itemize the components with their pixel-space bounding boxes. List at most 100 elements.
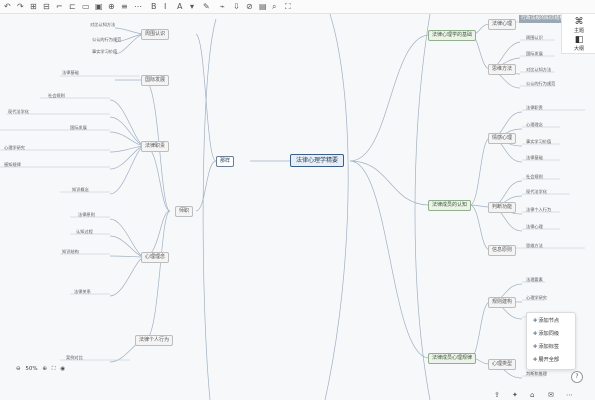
- leaf-right[interactable]: 对比认知方法: [526, 67, 551, 72]
- marker-icon[interactable]: ⊘: [246, 2, 253, 11]
- leaf-left[interactable]: 对比认知方法: [90, 22, 115, 27]
- outline-panel-button[interactable]: ◧ 大纲: [566, 35, 592, 52]
- leaf-left[interactable]: 国际发展: [70, 125, 87, 130]
- search-icon[interactable]: ⌕: [272, 2, 276, 11]
- menu-item-label: 添加标签: [538, 344, 560, 350]
- topic-left-sub-3[interactable]: 法律职责: [141, 141, 170, 152]
- theme-panel-button[interactable]: ⌘ 主题: [566, 17, 592, 34]
- topic-right-sub[interactable]: 思维方法: [488, 64, 517, 75]
- outline-icon: ◧: [574, 35, 584, 45]
- topic-left-sub-5[interactable]: 法律个人行为: [135, 335, 174, 346]
- share-icon[interactable]: ⇪: [494, 391, 500, 399]
- bookmark-icon[interactable]: ✦: [512, 391, 518, 399]
- zoom-out-icon[interactable]: ⊖: [16, 366, 21, 372]
- topic-right-sub[interactable]: 心理类型: [488, 359, 517, 370]
- attachment-icon[interactable]: ⇩: [233, 2, 240, 11]
- leaf-right[interactable]: 周围认识: [526, 35, 543, 40]
- leaf-right[interactable]: 判断和推理: [526, 371, 547, 376]
- leaf-right[interactable]: 法律个人行为: [526, 207, 551, 212]
- menu-item-2[interactable]: ✚添加同级: [533, 330, 559, 337]
- leaf-left[interactable]: 感知规律: [4, 162, 21, 167]
- leaf-right[interactable]: 法理要素: [526, 277, 543, 282]
- redo-icon[interactable]: ↷: [17, 2, 24, 11]
- leaf-left[interactable]: 案例对比: [66, 355, 83, 360]
- bold-icon[interactable]: B: [151, 2, 157, 11]
- topic-l1-right-1[interactable]: 法律心理学的基础: [428, 30, 477, 41]
- italic-icon[interactable]: I: [164, 2, 166, 11]
- text-color-icon[interactable]: A: [177, 2, 182, 11]
- fit-view-icon[interactable]: ⛶: [52, 366, 56, 372]
- boundary-icon[interactable]: ▭: [82, 2, 90, 11]
- side-panel: ⌘ 主题 ◧ 大纲: [561, 14, 595, 54]
- relation-icon[interactable]: ⌐: [56, 2, 63, 11]
- menu-item-1[interactable]: ✚添加节点: [533, 317, 559, 324]
- toolbar: ↶ ↷ ⊞ ⊟ ⌐ ⊏ ▭ ▣ ⊕ ≡ ⋯ B I A ▾ ✎ ⌁ ⇩ ⊘ ▤ ⌕ ⛶: [0, 0, 595, 14]
- leaf-right[interactable]: 事实学习价值: [526, 139, 551, 144]
- zoom-in-icon[interactable]: ⊕: [42, 366, 47, 372]
- insert-topic-icon[interactable]: ⊞: [30, 2, 37, 11]
- leaf-left[interactable]: 法律原则: [78, 212, 95, 217]
- topic-right-sub[interactable]: 法律心理: [488, 19, 517, 30]
- context-menu: ✚添加节点 ✚添加同级 ✚添加标签 ✚展开全部: [526, 312, 576, 370]
- leaf-left[interactable]: 法律关系: [74, 289, 91, 294]
- leaf-right[interactable]: 法律心理: [526, 224, 543, 229]
- comment-icon[interactable]: ✉: [548, 391, 554, 399]
- leaf-left[interactable]: 认知过程: [76, 229, 93, 234]
- leaf-right[interactable]: 社会规则: [526, 174, 543, 179]
- topic-l1-left-2[interactable]: 师职: [175, 206, 194, 217]
- outline-icon[interactable]: ▤: [259, 2, 267, 11]
- menu-item-label: 添加节点: [538, 318, 560, 324]
- theme-icon: ⌘: [574, 17, 584, 27]
- topic-left-sub-4[interactable]: 心理理念: [141, 252, 170, 263]
- topic-l1-right-3[interactable]: 法律成员心理规律: [428, 353, 477, 364]
- topic-l1-left-1[interactable]: 那样: [216, 156, 235, 167]
- menu-item-label: 展开全部: [538, 357, 560, 363]
- root-topic[interactable]: 法律心理学精要: [290, 154, 345, 167]
- leaf-right[interactable]: 公认的行为规范: [526, 81, 555, 86]
- format-painter-icon[interactable]: ⌁: [220, 2, 225, 11]
- help-button[interactable]: ?: [571, 371, 583, 383]
- font-size-icon[interactable]: ✎: [203, 2, 210, 11]
- image-icon[interactable]: ▣: [95, 2, 103, 11]
- preview-icon[interactable]: ◉: [60, 366, 65, 372]
- zoom-controls: ⊖ 50% ⊕ ⛶ ◉: [16, 366, 68, 373]
- menu-item-3[interactable]: ✚添加标签: [533, 343, 559, 350]
- leaf-right[interactable]: 心理理念: [526, 122, 543, 127]
- leaf-left[interactable]: 知识概念: [72, 187, 89, 192]
- tag-icon[interactable]: ⌂: [530, 391, 534, 399]
- highlight-icon[interactable]: ▾: [190, 2, 194, 11]
- menu-item-label: 添加同级: [538, 331, 560, 337]
- undo-icon[interactable]: ↶: [4, 2, 11, 11]
- leaf-left[interactable]: 事实学习价值: [92, 49, 117, 54]
- mindmap-canvas[interactable]: 法律心理学精要 那样 师职 法律心理学的基础 法律成员的认知 法律成员心理规律 …: [0, 14, 595, 400]
- style-icon[interactable]: ⋯: [134, 2, 142, 11]
- theme-label: 主题: [573, 28, 584, 34]
- menu-item-4[interactable]: ✚展开全部: [533, 356, 559, 363]
- insert-subtopic-icon[interactable]: ⊟: [43, 2, 50, 11]
- topic-l1-right-2[interactable]: 法律成员的认知: [428, 200, 472, 211]
- summary-icon[interactable]: ⊏: [69, 2, 76, 11]
- leaf-right[interactable]: 国际发展: [526, 51, 543, 56]
- topic-left-sub-1[interactable]: 周围认识: [141, 29, 170, 40]
- leaf-right[interactable]: 法律基础: [526, 155, 543, 160]
- leaf-left[interactable]: 现代法学化: [8, 109, 29, 114]
- leaf-right[interactable]: 现代法学化: [526, 189, 547, 194]
- leaf-left[interactable]: 知识结构: [62, 249, 79, 254]
- note-icon[interactable]: ≡: [121, 2, 128, 11]
- leaf-left[interactable]: 心理学研究: [4, 145, 25, 150]
- topic-right-sub[interactable]: 判断功能: [488, 202, 517, 213]
- leaf-right[interactable]: 法律职责: [526, 105, 543, 110]
- leaf-left[interactable]: 公认的行为规范: [92, 37, 121, 42]
- leaf-right[interactable]: 思维方法: [526, 243, 543, 248]
- more-icon[interactable]: ⋯: [566, 391, 573, 399]
- fullscreen-icon[interactable]: ⛶: [285, 2, 291, 11]
- topic-left-sub-2[interactable]: 国际发展: [141, 75, 170, 86]
- topic-right-sub[interactable]: 规则建构: [488, 297, 517, 308]
- topic-right-sub[interactable]: 情感心理: [488, 133, 517, 144]
- leaf-left[interactable]: 法律基础: [62, 70, 79, 75]
- link-icon[interactable]: ⊕: [108, 2, 115, 11]
- topic-right-sub[interactable]: 信息原则: [488, 245, 517, 256]
- leaf-left[interactable]: 社会规则: [48, 93, 65, 98]
- zoom-level: 50%: [25, 366, 38, 372]
- leaf-right[interactable]: 心理学研究: [526, 295, 547, 300]
